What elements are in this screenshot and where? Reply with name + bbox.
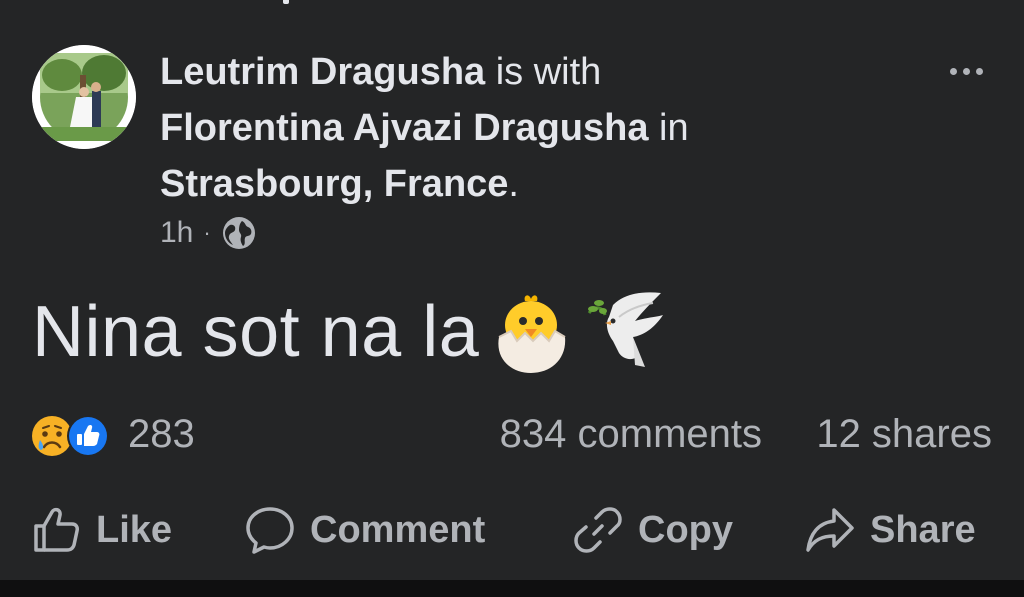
tagged-person[interactable]: Florentina Ajvazi Dragusha bbox=[160, 107, 648, 149]
thumbs-up-icon bbox=[34, 507, 79, 552]
like-reaction-icon bbox=[67, 415, 109, 457]
sad-reaction-icon bbox=[32, 416, 72, 456]
post-message: Nina sot na la bbox=[32, 282, 667, 382]
more-dot-icon bbox=[962, 67, 970, 75]
more-options-button[interactable] bbox=[940, 56, 992, 86]
copy-label: Copy bbox=[638, 508, 733, 551]
globe-icon bbox=[222, 217, 255, 249]
avatar-photo bbox=[32, 45, 136, 149]
post-actions: Like Comment Copy Share bbox=[30, 500, 992, 560]
comment-button[interactable]: Comment bbox=[244, 500, 485, 560]
more-dot-icon bbox=[949, 67, 957, 75]
dove-emoji bbox=[588, 292, 664, 367]
shares-count[interactable]: 12 shares bbox=[816, 412, 992, 457]
reactions-summary[interactable] bbox=[30, 414, 120, 458]
hatching-chick-emoji bbox=[498, 295, 566, 373]
link-icon bbox=[574, 507, 622, 553]
reaction-count[interactable]: 283 bbox=[128, 412, 195, 457]
bottom-divider bbox=[0, 580, 1024, 597]
copy-button[interactable]: Copy bbox=[572, 500, 733, 560]
post-header: Leutrim Dragusha is with Florentina Ajva… bbox=[160, 44, 900, 212]
location-link[interactable]: Strasbourg, France bbox=[160, 163, 508, 205]
like-label: Like bbox=[96, 508, 173, 551]
in-text: in bbox=[648, 107, 689, 149]
more-dot-icon bbox=[975, 67, 983, 75]
share-button[interactable]: Share bbox=[804, 500, 976, 560]
feed-post: Leutrim Dragusha is with Florentina Ajva… bbox=[0, 0, 1024, 580]
share-label: Share bbox=[870, 508, 976, 551]
comments-count[interactable]: 834 comments bbox=[500, 412, 762, 457]
author-name[interactable]: Leutrim Dragusha bbox=[160, 51, 485, 93]
comment-bubble-icon bbox=[246, 507, 294, 554]
message-text: Nina sot na la bbox=[32, 292, 480, 372]
post-time[interactable]: 1h bbox=[160, 216, 193, 250]
author-avatar[interactable] bbox=[32, 45, 136, 149]
post-meta: 1h · bbox=[160, 212, 257, 254]
period: . bbox=[508, 163, 519, 205]
with-text: is with bbox=[485, 51, 602, 93]
post-stats: 283 834 comments 12 shares bbox=[30, 408, 992, 460]
comment-label: Comment bbox=[310, 508, 486, 551]
like-button[interactable]: Like bbox=[30, 500, 172, 560]
meta-separator: · bbox=[203, 220, 211, 245]
share-arrow-icon bbox=[806, 508, 854, 552]
